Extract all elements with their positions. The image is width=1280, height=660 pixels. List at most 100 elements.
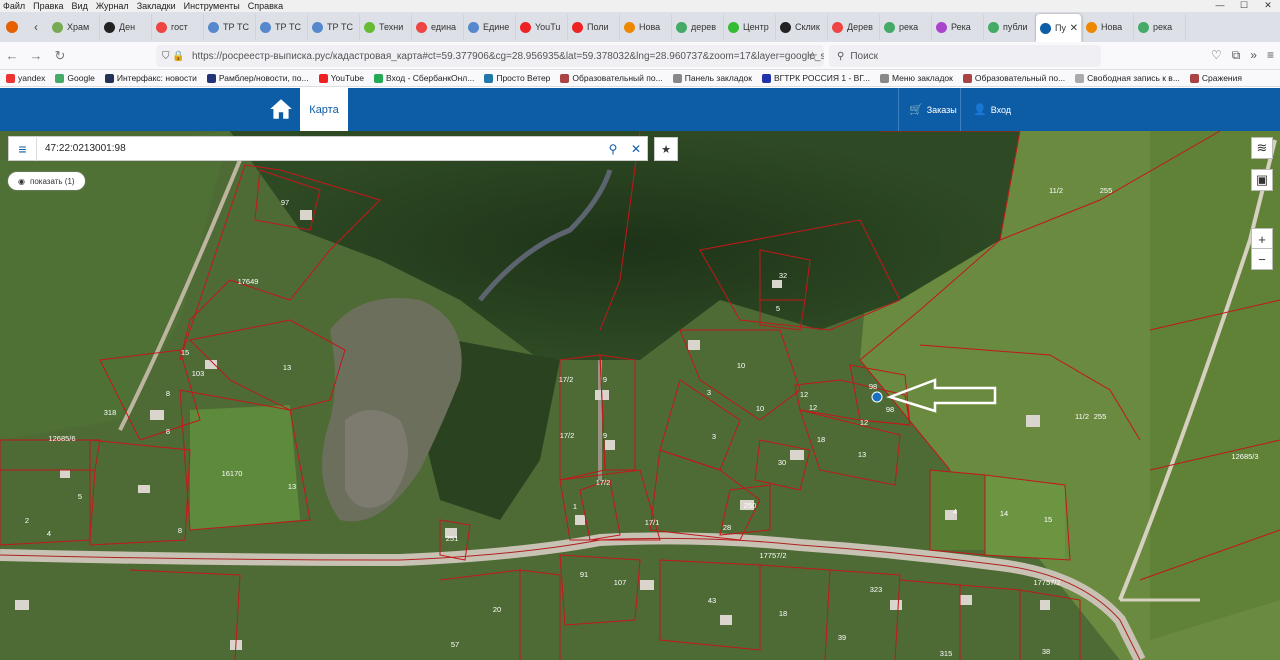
favorite-star-button[interactable]: ★: [654, 137, 678, 161]
menu-file[interactable]: Файл: [3, 1, 25, 11]
browser-tab[interactable]: Центр: [724, 14, 776, 40]
tab-favicon-icon: [780, 21, 791, 33]
orders-label: Заказы: [926, 104, 957, 115]
layers-icon[interactable]: ≋: [1251, 137, 1273, 159]
bookmark-item[interactable]: ВГТРК РОССИЯ 1 - ВГ...: [761, 73, 870, 83]
bookmark-label: Свободная запись к в...: [1087, 73, 1180, 83]
show-results-button[interactable]: ◉ показать (1): [8, 172, 85, 190]
bookmark-item[interactable]: Меню закладок: [880, 73, 953, 83]
browser-tab[interactable]: река: [880, 14, 932, 40]
firefox-icon[interactable]: [0, 12, 24, 42]
satellite-map[interactable]: 97 17649 15 103 13 8 8 318 12685/6 16170 13 5 2 4 8 32 5…: [0, 131, 1280, 660]
browser-tab[interactable]: ТР ТС: [256, 14, 308, 40]
browser-tab[interactable]: река: [1134, 14, 1186, 40]
back-icon[interactable]: ←: [0, 48, 24, 63]
minimize-icon[interactable]: —: [1208, 0, 1232, 12]
browser-tab[interactable]: Едине: [464, 14, 516, 40]
close-window-icon[interactable]: ✕: [1256, 0, 1280, 12]
pocket-icon[interactable]: ♡: [1211, 48, 1222, 63]
bookmark-item[interactable]: Свободная запись к в...: [1075, 73, 1180, 83]
browser-tab[interactable]: Нова: [620, 14, 672, 40]
browser-tab[interactable]: Ден: [100, 14, 152, 40]
close-tab-icon[interactable]: ✕: [1070, 23, 1078, 34]
tab-back-icon[interactable]: ‹: [24, 12, 48, 42]
browser-tab[interactable]: Храм: [48, 14, 100, 40]
tab-label: Храм: [67, 22, 90, 32]
bookmark-item[interactable]: Панель закладок: [672, 73, 752, 83]
bookmark-item[interactable]: YouTube: [318, 73, 364, 83]
bookmark-item[interactable]: Рамблер/новости, по...: [206, 73, 309, 83]
browser-tab[interactable]: Техни: [360, 14, 412, 40]
login-button[interactable]: 👤 Вход: [960, 88, 1023, 131]
bookmark-item[interactable]: Просто Ветер: [484, 73, 550, 83]
menu-icon[interactable]: ≡: [1267, 48, 1274, 63]
menu-bookmarks[interactable]: Закладки: [137, 1, 176, 11]
browser-tab[interactable]: Поли: [568, 14, 620, 40]
zoom-in-button[interactable]: +: [1251, 228, 1273, 250]
clear-icon[interactable]: ✕: [625, 142, 647, 156]
browser-tab[interactable]: YouTu: [516, 14, 568, 40]
search-input[interactable]: ⚲ Поиск: [829, 45, 1101, 67]
bookmark-item[interactable]: Google: [55, 73, 95, 83]
bookmark-icon: [962, 73, 972, 83]
browser-tab[interactable]: ТР ТС: [204, 14, 256, 40]
login-label: Вход: [990, 104, 1012, 115]
bookmark-icon: [6, 73, 15, 83]
tab-map[interactable]: Карта: [300, 88, 348, 131]
menu-help[interactable]: Справка: [248, 1, 283, 11]
hamburger-menu-icon[interactable]: ≡: [9, 136, 37, 161]
bookmark-label: Панель закладок: [684, 73, 752, 83]
selected-parcel-marker[interactable]: [871, 391, 883, 403]
bookmark-item[interactable]: Образовательный по...: [962, 73, 1066, 83]
orders-button[interactable]: 🛒 Заказы: [898, 88, 967, 131]
tab-favicon-icon: [520, 21, 531, 33]
bookmark-item[interactable]: yandex: [6, 73, 45, 83]
browser-tab[interactable]: публи: [984, 14, 1036, 40]
browser-tab[interactable]: едина: [412, 14, 464, 40]
browser-tab[interactable]: дерев: [672, 14, 724, 40]
tab-favicon-icon: [260, 21, 271, 33]
menu-bar: Файл Правка Вид Журнал Закладки Инструме…: [0, 0, 1280, 12]
cadastre-search-box: ≡ 47:22:0213001:98 ⚲ ✕: [8, 136, 648, 161]
bookmark-label: Образовательный по...: [974, 73, 1066, 83]
bookmark-icon: [560, 73, 570, 83]
bookmark-item[interactable]: Образовательный по...: [560, 73, 663, 83]
menu-tools[interactable]: Инструменты: [184, 1, 240, 11]
menu-edit[interactable]: Правка: [33, 1, 63, 11]
url-bar[interactable]: ⛉ 🔒 https://росреестр-выписка.рус/кадаст…: [156, 45, 824, 67]
arrow-annotation: [886, 378, 997, 413]
tab-label: едина: [431, 22, 457, 32]
tab-label: Нова: [1101, 22, 1123, 32]
maximize-icon[interactable]: ☐: [1232, 0, 1256, 12]
tab-favicon-icon: [1040, 22, 1051, 34]
bookmark-item[interactable]: Интерфакс: новости: [104, 73, 197, 83]
bookmark-label: Интерфакс: новости: [116, 73, 197, 83]
overflow-icon[interactable]: »: [1250, 48, 1257, 63]
tab-label: дерев: [691, 22, 717, 32]
menu-view[interactable]: Вид: [72, 1, 88, 11]
bookmark-item[interactable]: Сражения: [1189, 73, 1242, 83]
forward-icon[interactable]: →: [24, 48, 48, 63]
search-icon: ⚲: [837, 50, 845, 62]
reload-icon[interactable]: ↻: [48, 48, 72, 64]
browser-tab[interactable]: Дерев: [828, 14, 880, 40]
browser-tab[interactable]: Пу ✕: [1036, 14, 1082, 42]
browser-tab[interactable]: ТР ТС: [308, 14, 360, 40]
bookmark-icon: [672, 73, 682, 83]
bookmark-star-icon[interactable]: ☆: [807, 49, 818, 63]
zoom-out-button[interactable]: −: [1251, 248, 1273, 270]
fullscreen-icon[interactable]: ▣: [1251, 169, 1273, 191]
browser-tab[interactable]: гост: [152, 14, 204, 40]
home-icon[interactable]: [268, 96, 294, 122]
search-icon[interactable]: ⚲: [601, 142, 625, 156]
extension-icon[interactable]: ⧉: [1232, 48, 1241, 63]
tab-label: ТР ТС: [327, 22, 353, 32]
menu-history[interactable]: Журнал: [96, 1, 129, 11]
browser-tab[interactable]: Склик: [776, 14, 828, 40]
cadastre-input[interactable]: 47:22:0213001:98: [37, 143, 601, 154]
bookmark-icon: [1189, 73, 1199, 83]
tab-favicon-icon: [676, 21, 687, 33]
browser-tab[interactable]: Река: [932, 14, 984, 40]
browser-tab[interactable]: Нова: [1082, 14, 1134, 40]
bookmark-item[interactable]: Вход - СбербанкОнл...: [374, 73, 474, 83]
